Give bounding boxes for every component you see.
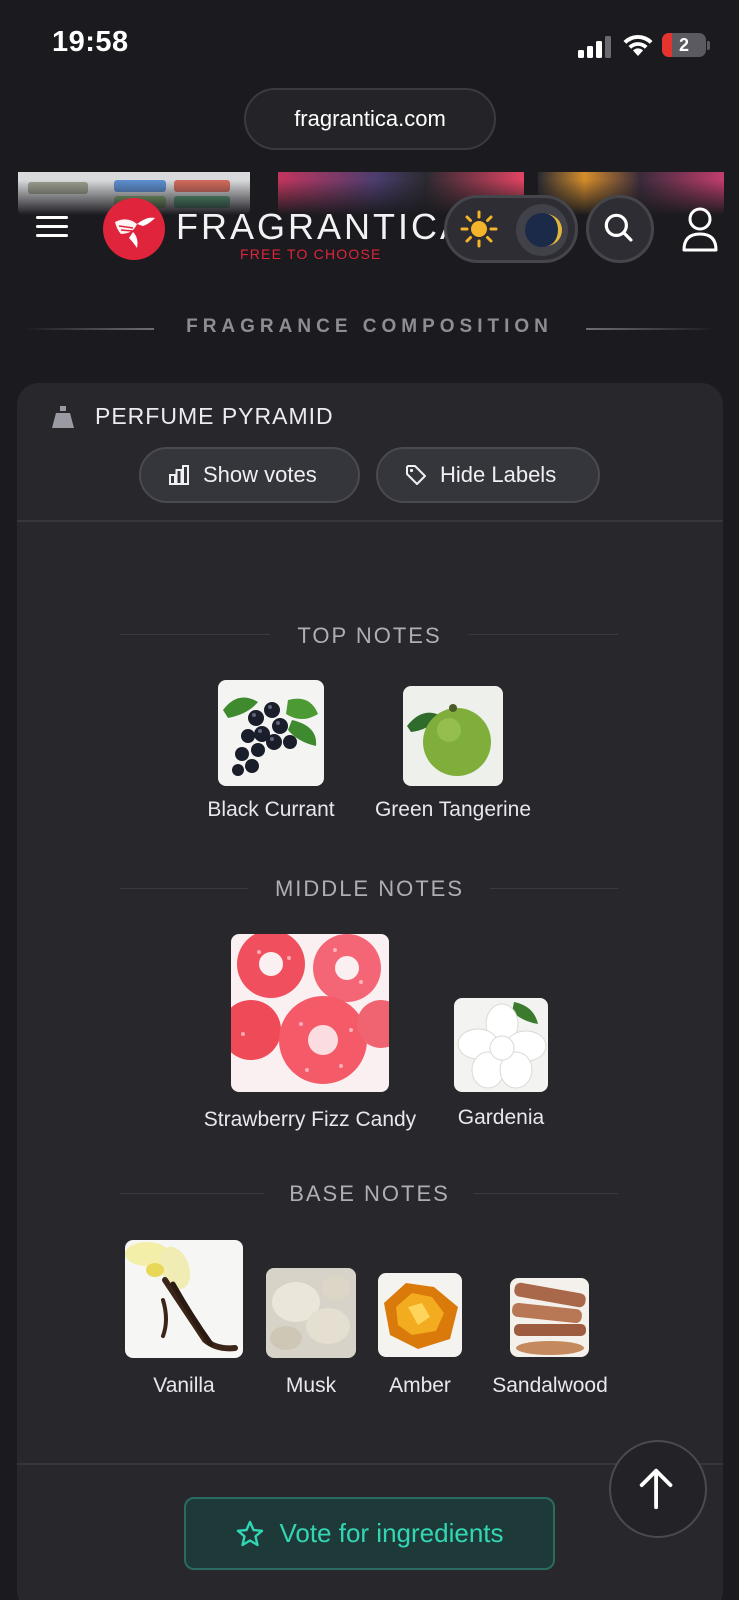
arrow-up-icon bbox=[639, 1468, 673, 1510]
note-label: Vanilla bbox=[153, 1374, 215, 1397]
bar-chart-icon bbox=[169, 465, 189, 485]
note-label: Gardenia bbox=[457, 1106, 545, 1129]
divider bbox=[586, 328, 716, 330]
brand-tagline: FREE TO CHOOSE bbox=[240, 246, 382, 262]
hide-labels-label: Hide Labels bbox=[440, 462, 557, 487]
search-icon bbox=[604, 213, 633, 242]
wifi-icon bbox=[623, 34, 653, 56]
show-votes-label: Show votes bbox=[203, 462, 317, 487]
gardenia-image[interactable] bbox=[454, 998, 548, 1092]
hide-labels-button[interactable]: Hide Labels bbox=[376, 447, 600, 503]
note-strawberry-fizz-candy[interactable]: Strawberry Fizz Candy bbox=[204, 934, 416, 1131]
note-vanilla[interactable]: Vanilla bbox=[125, 1240, 243, 1397]
middle-notes-title: MIDDLE NOTES bbox=[274, 876, 465, 901]
note-gardenia[interactable]: Gardenia bbox=[454, 998, 548, 1129]
battery-icon: 2 bbox=[662, 33, 706, 57]
note-label: Black Currant bbox=[207, 798, 335, 821]
note-black-currant[interactable]: Black Currant bbox=[207, 680, 335, 821]
strawberry-fizz-candy-image[interactable] bbox=[231, 934, 389, 1092]
cellular-signal-icon bbox=[578, 36, 614, 58]
musk-image[interactable] bbox=[266, 1268, 356, 1358]
note-amber[interactable]: Amber bbox=[378, 1273, 462, 1397]
note-label: Amber bbox=[389, 1374, 451, 1397]
note-sandalwood[interactable]: Sandalwood bbox=[492, 1278, 608, 1397]
logo-icon[interactable] bbox=[103, 198, 165, 260]
sandalwood-image[interactable] bbox=[510, 1278, 589, 1357]
note-label: Musk bbox=[285, 1374, 337, 1397]
top-notes-title: TOP NOTES bbox=[297, 623, 442, 648]
search-button[interactable] bbox=[586, 195, 654, 263]
section-title: FRAGRANCE COMPOSITION bbox=[186, 316, 553, 337]
divider bbox=[17, 520, 723, 522]
status-time: 19:58 bbox=[52, 26, 129, 58]
perfume-bottle-icon bbox=[52, 406, 74, 428]
scroll-to-top-button[interactable] bbox=[609, 1440, 707, 1538]
menu-icon[interactable] bbox=[36, 216, 68, 238]
note-label: Sandalwood bbox=[492, 1374, 608, 1397]
note-green-tangerine[interactable]: Green Tangerine bbox=[375, 686, 531, 821]
amber-image[interactable] bbox=[378, 1273, 462, 1357]
user-icon[interactable] bbox=[680, 206, 720, 252]
moon-icon[interactable] bbox=[516, 204, 568, 256]
note-musk[interactable]: Musk bbox=[266, 1268, 356, 1397]
vote-for-ingredients-button[interactable]: Vote for ingredients bbox=[184, 1497, 555, 1570]
note-label: Green Tangerine bbox=[374, 798, 532, 821]
battery-level: 2 bbox=[678, 35, 689, 55]
tag-icon bbox=[406, 465, 426, 485]
note-label: Strawberry Fizz Candy bbox=[203, 1108, 417, 1131]
vanilla-image[interactable] bbox=[125, 1240, 243, 1358]
pyramid-title: PERFUME PYRAMID bbox=[95, 403, 334, 429]
url-bar[interactable]: fragrantica.com bbox=[244, 88, 496, 150]
base-notes-title: BASE NOTES bbox=[289, 1181, 450, 1206]
black-currant-image[interactable] bbox=[218, 680, 324, 786]
star-icon bbox=[237, 1520, 264, 1546]
sun-icon[interactable] bbox=[460, 210, 498, 248]
status-bar: 19:58 2 bbox=[0, 0, 739, 90]
vote-label: Vote for ingredients bbox=[279, 1518, 504, 1548]
brand-name[interactable]: FRAGRANTICA bbox=[176, 206, 467, 248]
green-tangerine-image[interactable] bbox=[403, 686, 503, 786]
show-votes-button[interactable]: Show votes bbox=[139, 447, 360, 503]
